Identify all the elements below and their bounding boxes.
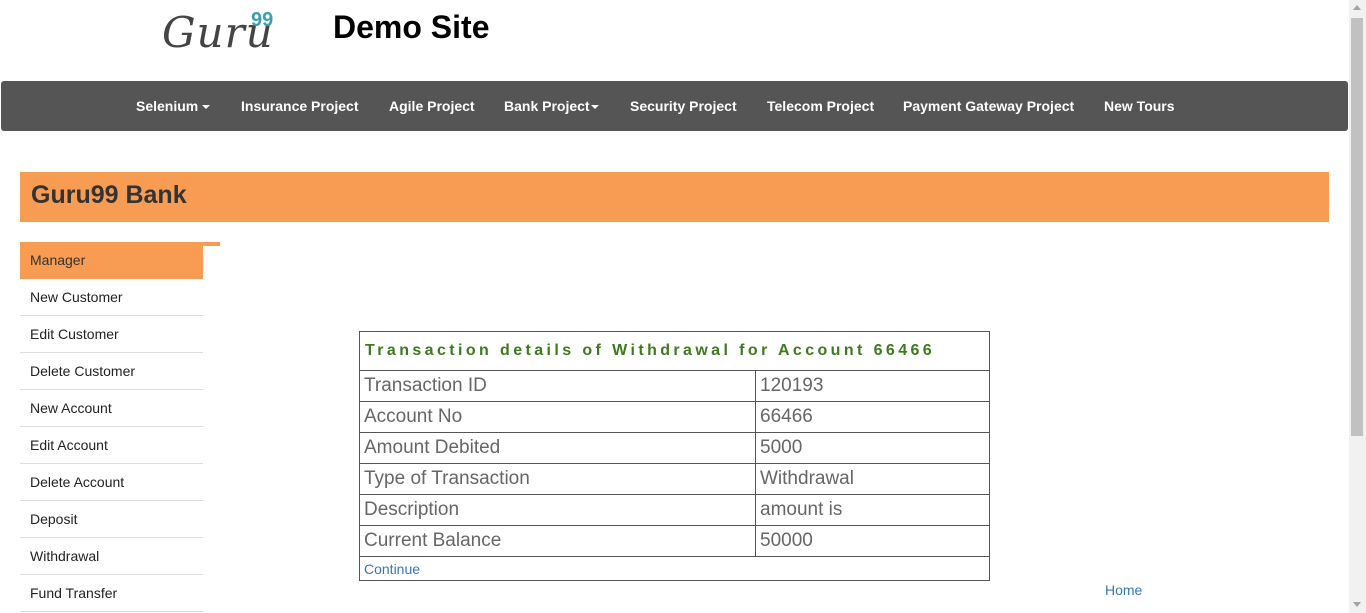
guru99-logo[interactable]: Guru 99: [160, 6, 290, 57]
menu-item-fund-transfer[interactable]: Fund Transfer: [20, 575, 203, 612]
nav-item-telecom-project[interactable]: Telecom Project: [767, 81, 874, 131]
caret-down-icon: [590, 105, 599, 110]
scroll-down-arrow-icon[interactable]: [1353, 602, 1361, 607]
transaction-details-table: Transaction details of Withdrawal for Ac…: [359, 331, 990, 581]
menu-item-deposit[interactable]: Deposit: [20, 501, 203, 538]
nav-item-label: Telecom Project: [767, 98, 875, 114]
nav-item-label: New Tours: [1104, 98, 1175, 114]
continue-row: Continue: [359, 556, 990, 581]
nav-item-label: Bank Project: [504, 98, 590, 114]
menu-item-edit-account[interactable]: Edit Account: [20, 427, 203, 464]
nav-item-agile-project[interactable]: Agile Project: [389, 81, 475, 131]
nav-item-label: Agile Project: [389, 98, 475, 114]
nav-item-label: Selenium: [136, 98, 199, 114]
nav-item-bank-project[interactable]: Bank Project: [504, 81, 599, 131]
row-label: Description: [359, 494, 756, 526]
table-row: Type of Transaction Withdrawal: [359, 463, 990, 495]
nav-item-selenium[interactable]: Selenium: [136, 81, 211, 131]
scrollbar-thumb[interactable]: [1351, 18, 1363, 436]
site-header: Guru 99 Demo Site: [0, 0, 1349, 80]
row-value: amount is: [755, 494, 990, 526]
table-row: Account No 66466: [359, 401, 990, 433]
menu-item-new-customer[interactable]: New Customer: [20, 279, 203, 316]
scroll-up-arrow-icon[interactable]: [1353, 5, 1361, 10]
vertical-scrollbar[interactable]: [1349, 0, 1366, 613]
bank-banner: Guru99 Bank: [20, 172, 1329, 222]
table-row: Current Balance 50000: [359, 525, 990, 557]
sidebar-menu: Manager New Customer Edit Customer Delet…: [20, 242, 203, 612]
table-header-row: Transaction details of Withdrawal for Ac…: [359, 331, 990, 371]
row-label: Account No: [359, 401, 756, 433]
row-value: 50000: [755, 525, 990, 557]
nav-item-new-tours[interactable]: New Tours: [1104, 81, 1175, 131]
transaction-heading: Transaction details of Withdrawal for Ac…: [359, 331, 990, 371]
nav-item-insurance-project[interactable]: Insurance Project: [241, 81, 359, 131]
continue-cell: Continue: [359, 556, 990, 581]
bank-title: Guru99 Bank: [31, 181, 187, 209]
caret-down-icon: [202, 105, 211, 110]
table-row: Description amount is: [359, 494, 990, 526]
table-row: Amount Debited 5000: [359, 432, 990, 464]
menu-item-delete-customer[interactable]: Delete Customer: [20, 353, 203, 390]
nav-item-security-project[interactable]: Security Project: [630, 81, 737, 131]
table-row: Transaction ID 120193: [359, 370, 990, 402]
menu-item-edit-customer[interactable]: Edit Customer: [20, 316, 203, 353]
home-link[interactable]: Home: [1105, 582, 1142, 598]
menu-item-new-account[interactable]: New Account: [20, 390, 203, 427]
row-label: Current Balance: [359, 525, 756, 557]
row-value: 66466: [755, 401, 990, 433]
nav-item-label: Security Project: [630, 98, 737, 114]
row-value: 120193: [755, 370, 990, 402]
site-title: Demo Site: [333, 9, 490, 45]
menu-item-delete-account[interactable]: Delete Account: [20, 464, 203, 501]
row-label: Transaction ID: [359, 370, 756, 402]
nav-item-label: Payment Gateway Project: [903, 98, 1075, 114]
menu-item-withdrawal[interactable]: Withdrawal: [20, 538, 203, 575]
nav-item-payment-gateway-project[interactable]: Payment Gateway Project: [903, 81, 1074, 131]
row-value: Withdrawal: [755, 463, 990, 495]
nav-item-label: Insurance Project: [241, 98, 359, 114]
menu-item-manager[interactable]: Manager: [20, 242, 203, 279]
continue-link[interactable]: Continue: [364, 561, 420, 577]
top-navbar: Selenium Insurance Project Agile Project…: [1, 81, 1348, 131]
logo-superscript: 99: [251, 9, 274, 31]
row-label: Type of Transaction: [359, 463, 756, 495]
row-value: 5000: [755, 432, 990, 464]
row-label: Amount Debited: [359, 432, 756, 464]
